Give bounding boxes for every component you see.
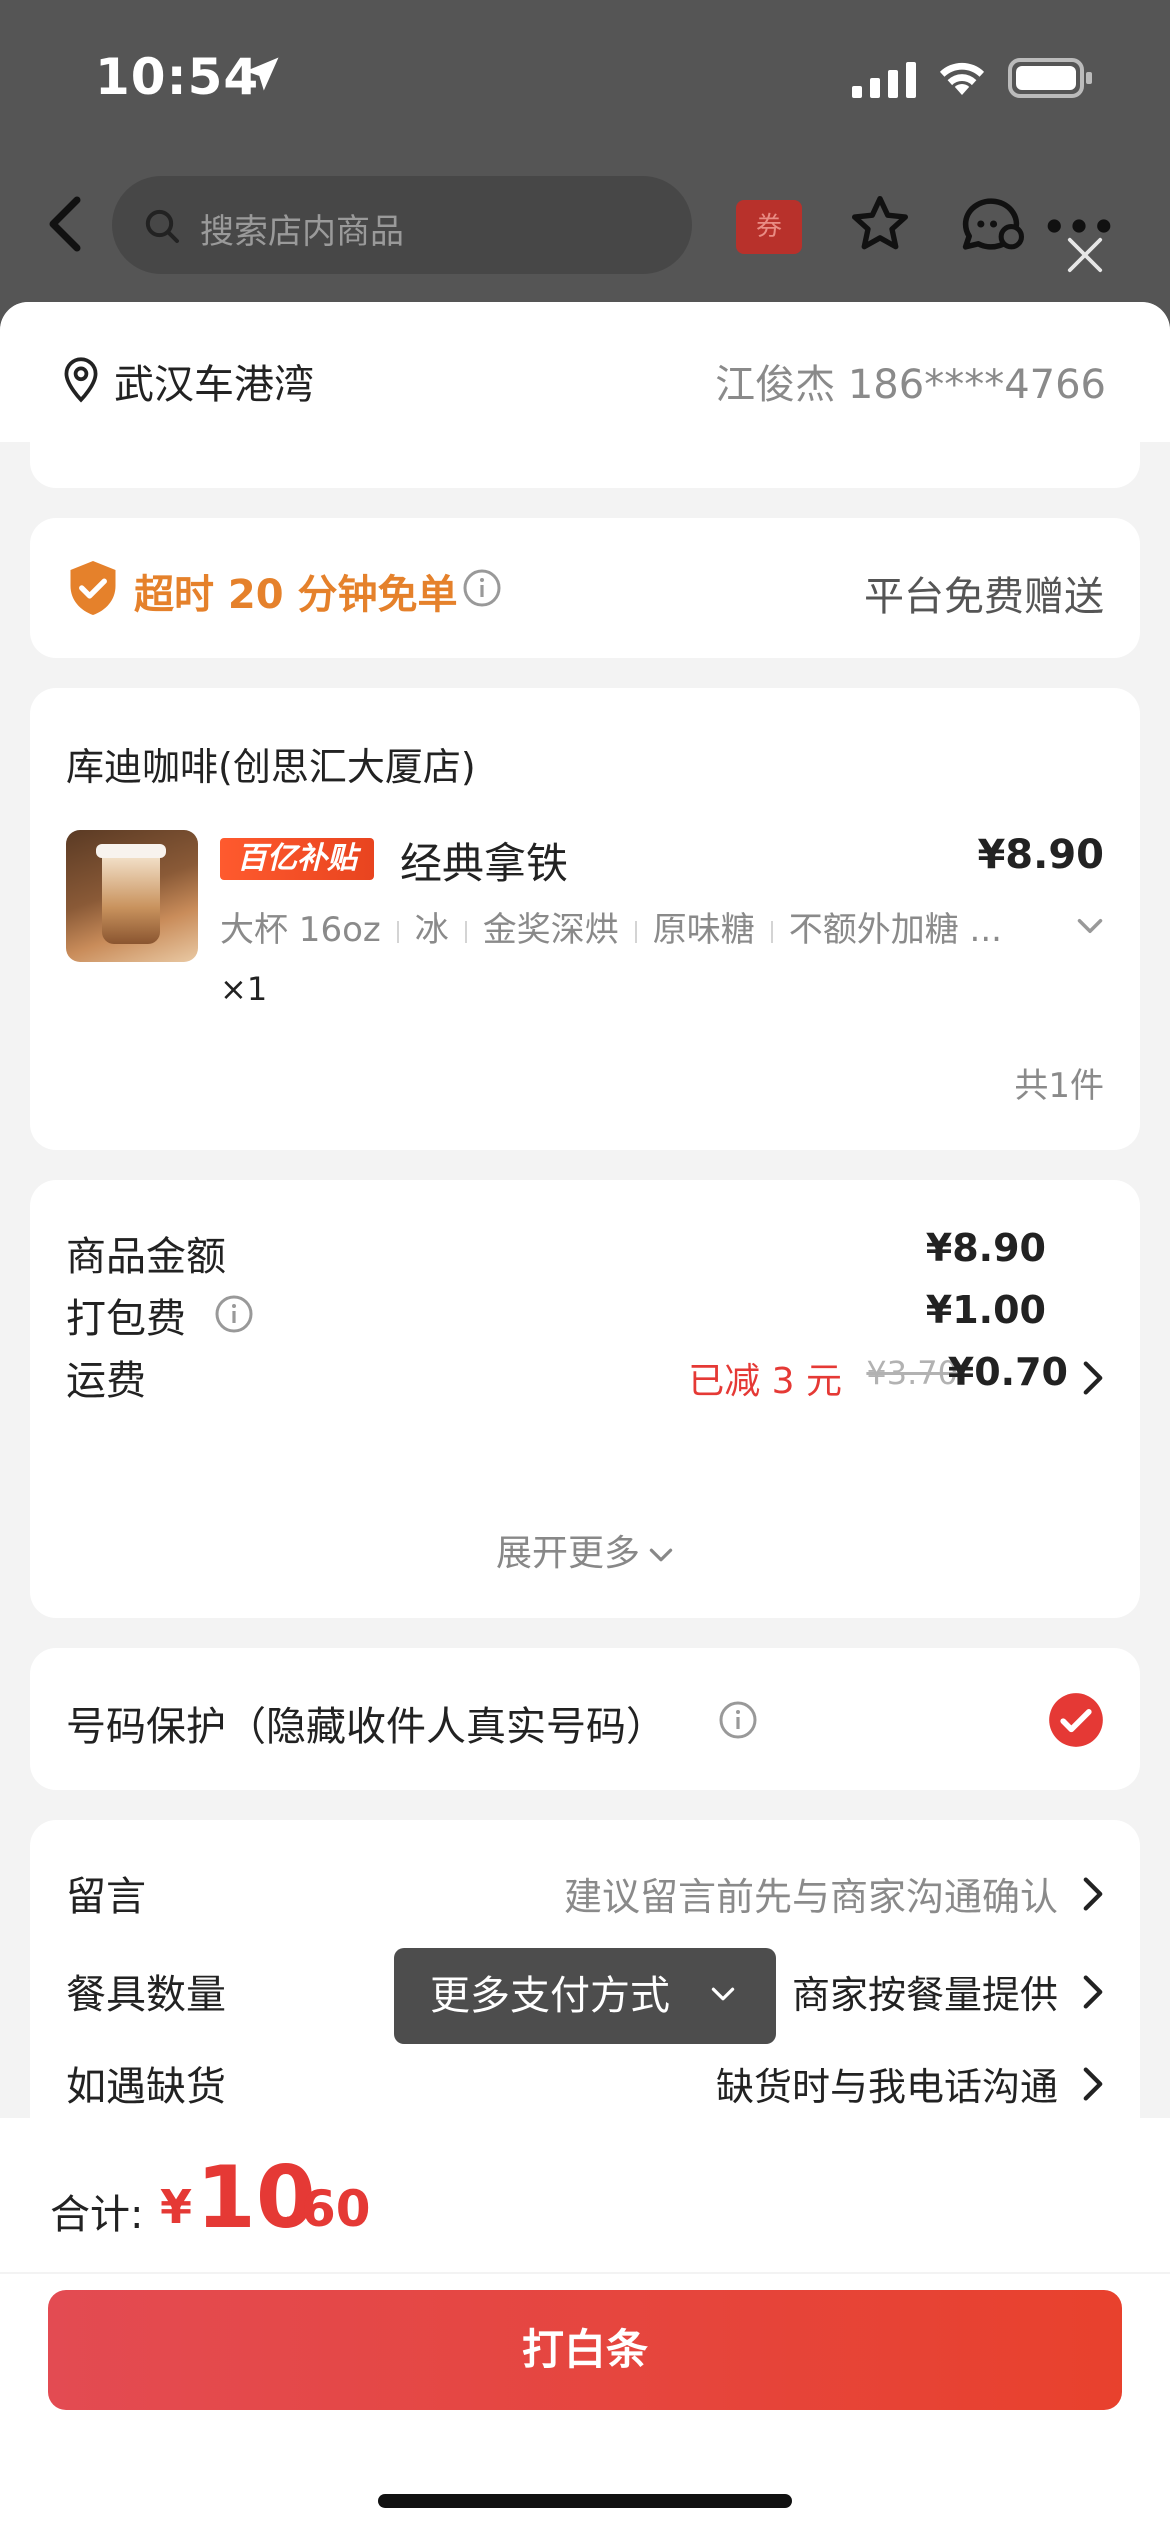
store-name[interactable]: 库迪咖啡(创思汇大厦店) <box>66 736 476 791</box>
delivery-fee-label: 运费 <box>66 1358 146 1404</box>
total-currency: ¥ <box>160 2180 193 2234</box>
number-protection-label: 号码保护（隐藏收件人真实号码） <box>66 1704 666 1750</box>
more-payment-methods-label: 更多支付方式 <box>430 1973 670 2019</box>
store-order-card: 库迪咖啡(创思汇大厦店) 百亿补贴 经典拿铁 ¥8.90 大杯 16oz 冰金奖深… <box>30 688 1140 1150</box>
guarantee-title: 超时 20 分钟免单 <box>134 572 458 618</box>
delivery-original-price: ¥3.70 <box>866 1354 958 1392</box>
stockout-value: 缺货时与我电话沟通 <box>715 2065 1058 2109</box>
spec-item: 原味糖 <box>652 910 755 950</box>
delivery-fee-value: ¥0.70 <box>947 1350 1068 1394</box>
guarantee-gift-text: 平台免费赠送 <box>864 574 1104 620</box>
product-specs[interactable]: 大杯 16oz 冰金奖深烘 原味糖 不额外加糖 ... <box>220 902 1050 950</box>
timeout-guarantee-card: 超时 20 分钟免单 平台免费赠送 <box>30 518 1140 658</box>
stockout-row[interactable]: 如遇缺货 缺货时与我电话沟通 <box>66 2054 1104 2114</box>
status-bar: 10:54 <box>0 0 1170 150</box>
favorite-star-icon[interactable] <box>848 192 912 256</box>
more-options-icon[interactable] <box>1046 216 1112 236</box>
chevron-right-icon <box>1083 2067 1103 2101</box>
address-location: 武汉车港湾 <box>114 362 314 408</box>
delivery-address-bar[interactable]: 武汉车港湾 江俊杰 186****4766 <box>0 302 1170 442</box>
more-payment-methods-button[interactable]: 更多支付方式 <box>394 1948 776 2044</box>
recipient-contact: 江俊杰 186****4766 <box>715 362 1106 408</box>
tableware-label: 餐具数量 <box>66 1972 226 2018</box>
total-amount-decimal: .60 <box>282 2180 371 2238</box>
delivery-fee-row[interactable]: 运费 已减 3 元 ¥3.70 ¥0.70 <box>66 1348 1104 1408</box>
cup-lid-graphic <box>96 844 166 858</box>
chevron-down-icon[interactable] <box>1076 916 1104 936</box>
chevron-down-icon <box>711 1987 735 2001</box>
packing-fee-row: 打包费 ¥1.00 <box>66 1286 1104 1346</box>
close-icon[interactable] <box>1066 236 1104 274</box>
product-image <box>66 830 198 962</box>
location-arrow-icon <box>245 57 279 91</box>
back-arrow-icon[interactable] <box>40 194 90 254</box>
remark-value: 建议留言前先与商家沟通确认 <box>563 1875 1058 1919</box>
spec-separator <box>464 920 467 943</box>
item-count: 共1件 <box>1014 1066 1104 1106</box>
checkout-footer: 合计: ¥ 10 .60 打白条 <box>0 2118 1170 2532</box>
search-icon <box>145 209 179 243</box>
checkbox-checked-icon[interactable] <box>1048 1692 1104 1748</box>
background-overlay: 10:54 搜索店内商品 券 <box>0 0 1170 330</box>
product-quantity: ×1 <box>220 970 268 1008</box>
search-placeholder: 搜索店内商品 <box>200 212 404 252</box>
chevron-right-icon <box>1083 1877 1103 1911</box>
remark-row[interactable]: 留言 建议留言前先与商家沟通确认 <box>66 1864 1104 1924</box>
home-indicator[interactable] <box>378 2494 792 2508</box>
status-time: 10:54 <box>95 48 260 106</box>
location-pin-icon <box>64 357 98 403</box>
fees-card: 商品金额 ¥8.90 打包费 ¥1.00 运费 已减 3 元 ¥3.70 ¥0.… <box>30 1180 1140 1618</box>
spec-separator <box>634 920 637 943</box>
shield-icon <box>70 561 116 615</box>
info-icon[interactable] <box>214 1294 254 1334</box>
chevron-down-icon <box>649 1548 673 1562</box>
search-input[interactable]: 搜索店内商品 <box>112 176 692 274</box>
goods-amount-row: 商品金额 ¥8.90 <box>66 1224 1104 1284</box>
pay-button[interactable]: 打白条 <box>48 2290 1122 2410</box>
spec-separator <box>770 920 773 943</box>
remark-label: 留言 <box>66 1874 146 1920</box>
store-nav-bar: 搜索店内商品 券 <box>0 170 1170 280</box>
expand-more-label: 展开更多 <box>495 1533 640 1574</box>
spec-item: 不额外加糖 ... <box>788 910 1002 950</box>
divider <box>0 2272 1170 2274</box>
spec-separator <box>396 920 399 943</box>
chevron-right-icon <box>1083 1975 1103 2009</box>
number-protection-card: 号码保护（隐藏收件人真实号码） <box>30 1648 1140 1790</box>
info-icon[interactable] <box>462 568 502 608</box>
product-name: 经典拿铁 <box>400 839 569 888</box>
goods-amount-value: ¥8.90 <box>925 1226 1046 1270</box>
goods-amount-label: 商品金额 <box>66 1234 226 1280</box>
spec-item: 大杯 16oz <box>220 910 381 950</box>
latte-cup-graphic <box>102 852 160 944</box>
customer-service-icon[interactable] <box>958 192 1024 256</box>
stockout-label: 如遇缺货 <box>66 2064 226 2110</box>
battery-icon <box>1008 58 1092 98</box>
tableware-value: 商家按餐量提供 <box>791 1973 1058 2017</box>
coupon-icon[interactable]: 券 <box>736 200 802 254</box>
chevron-right-icon <box>1083 1361 1103 1395</box>
subsidy-badge: 百亿补贴 <box>220 838 374 880</box>
total-label: 合计: <box>50 2192 144 2238</box>
packing-fee-label: 打包费 <box>66 1296 186 1342</box>
cellular-signal-icon <box>852 62 916 98</box>
wifi-icon <box>939 62 985 95</box>
spec-item: 金奖深烘 <box>482 910 619 950</box>
expand-more-button[interactable]: 展开更多 <box>30 1524 1140 1576</box>
spec-item: 冰 <box>414 910 449 950</box>
delivery-discount: 已减 3 元 <box>688 1361 842 1402</box>
product-price: ¥8.90 <box>977 832 1104 878</box>
packing-fee-value: ¥1.00 <box>925 1288 1046 1332</box>
info-icon[interactable] <box>718 1700 758 1740</box>
